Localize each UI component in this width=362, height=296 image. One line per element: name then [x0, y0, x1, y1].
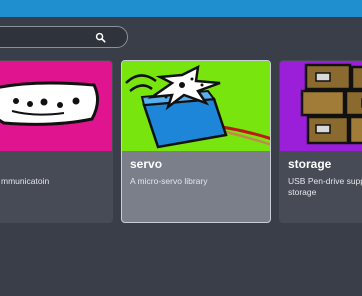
extension-thumbnail	[0, 61, 112, 151]
extension-name: storage	[288, 157, 332, 171]
extension-card-servo[interactable]: servo A micro-servo library	[121, 60, 271, 223]
radio-chip-image	[0, 81, 99, 126]
storage-image	[300, 63, 362, 145]
extension-thumbnail	[280, 61, 362, 151]
extension-card-storage[interactable]: storage USB Pen-drive supp storage	[279, 60, 362, 223]
search-input[interactable]	[5, 29, 95, 45]
extension-thumbnail	[122, 61, 270, 151]
search-icon[interactable]	[95, 32, 106, 43]
extension-description: A micro-servo library	[130, 176, 208, 186]
servo-image	[125, 64, 270, 149]
extension-description: USB Pen-drive supp storage	[288, 176, 362, 197]
extension-card-communication[interactable]: mmunicatoin	[0, 60, 113, 223]
extension-gallery: mmunicatoin servo A micro-servo library	[0, 0, 362, 296]
search-box[interactable]	[0, 26, 128, 48]
top-bar	[0, 0, 362, 17]
extension-name: servo	[130, 157, 163, 171]
extension-description: mmunicatoin	[1, 176, 50, 186]
